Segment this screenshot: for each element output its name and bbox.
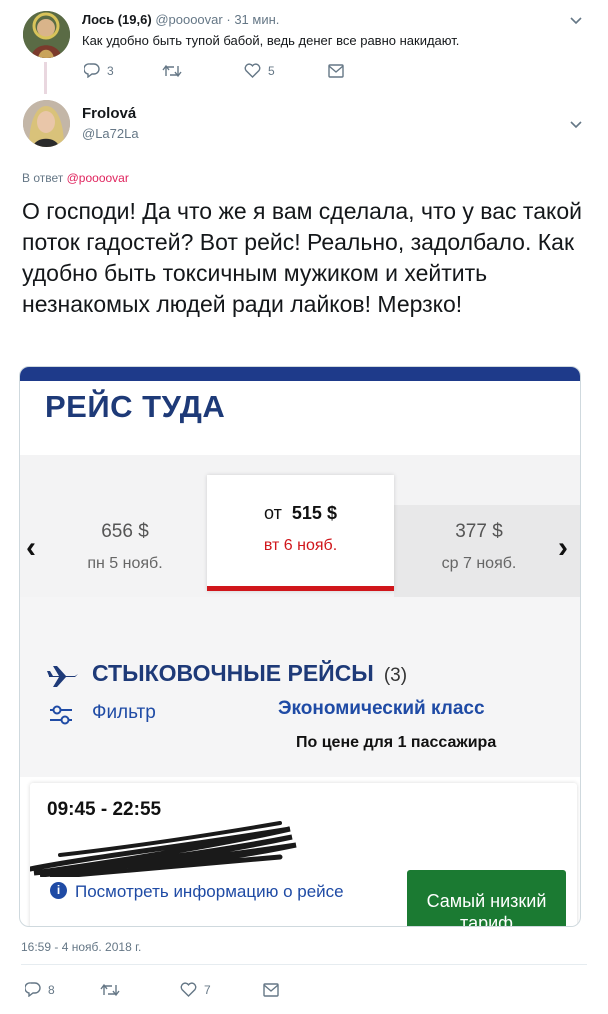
tweet-timestamp[interactable]: 16:59 - 4 нояб. 2018 г. (21, 940, 141, 954)
lowest-fare-button: Самый низкий тариф (407, 870, 566, 926)
divider (21, 964, 587, 965)
cabin-class-label: Экономический класс (278, 698, 485, 719)
retweet-icon (162, 64, 182, 77)
media-header: РЕЙС ТУДА (20, 367, 580, 455)
author-handle[interactable]: @La72La (82, 126, 139, 141)
tweet-actions: 8 7 (25, 982, 279, 997)
plane-icon (47, 666, 78, 687)
reply-count: 3 (107, 63, 114, 78)
like-count: 7 (204, 982, 211, 997)
thread-connector (44, 62, 47, 94)
flight-result-card: 09:45 - 22:55 i Посмотреть информацию о р… (30, 783, 577, 926)
price-note: По цене для 1 пассажира (296, 734, 497, 751)
selected-day-price-row: от 515 $ (207, 503, 394, 524)
like-button[interactable]: 7 (180, 982, 263, 997)
reply-context: В ответ @poooovar (22, 171, 129, 185)
connecting-flights-section: СТЫКОВОЧНЫЕ РЕЙСЫ (3) Фильтр Экономически… (20, 597, 580, 777)
flight-info-row: i Посмотреть информацию о рейсе (50, 875, 370, 909)
like-button[interactable]: 5 (244, 63, 328, 78)
next-arrow-icon: › (558, 531, 568, 564)
dm-icon (328, 63, 344, 78)
selected-day-price: 515 $ (291, 503, 337, 523)
reply-icon (84, 63, 100, 78)
chevron-down-icon[interactable] (569, 117, 583, 131)
parent-tweet[interactable]: Лось (19,6) @poooovar · 31 мин. Как удоб… (0, 0, 608, 96)
like-icon (244, 63, 261, 78)
section-title: СТЫКОВОЧНЫЕ РЕЙСЫ (3) (92, 660, 407, 687)
reply-count: 8 (48, 982, 55, 997)
author-handle[interactable]: @poooovar (155, 12, 222, 27)
reply-icon (25, 982, 41, 997)
tweet-actions: 3 5 (84, 63, 344, 78)
separator-dot: · (226, 12, 231, 27)
selected-day-date: вт 6 нояб. (263, 537, 338, 554)
section-count: (3) (383, 665, 408, 686)
tweet-text: Как удобно быть тупой бабой, ведь денег … (82, 33, 460, 48)
selected-day-card: от 515 $ вт 6 нояб. (207, 475, 394, 591)
reply-prefix: В ответ (22, 171, 64, 185)
from-label: от (264, 503, 282, 523)
next-day-date: ср 7 нояб. (441, 555, 517, 572)
prev-day-date: пн 5 нояб. (87, 555, 163, 572)
next-day-price: 377 $ (455, 521, 503, 542)
tweet-media-image[interactable]: РЕЙС ТУДА ‹ 656 $ пн 5 нояб. от 515 $ вт … (19, 366, 581, 927)
chevron-down-icon[interactable] (569, 13, 583, 27)
tweet-time[interactable]: 31 мин. (234, 12, 279, 27)
avatar[interactable] (23, 100, 70, 147)
filter-icon (50, 705, 72, 725)
filter-label: Фильтр (92, 702, 156, 723)
top-color-bar (20, 367, 580, 381)
avatar[interactable] (23, 11, 70, 58)
like-count: 5 (268, 63, 275, 78)
flight-title: РЕЙС ТУДА (45, 389, 226, 424)
prev-day-cell: 656 $ пн 5 нояб. (50, 521, 200, 573)
author-name[interactable]: Frolová (82, 105, 136, 122)
info-icon: i (50, 882, 67, 900)
tweet-text: О господи! Да что же я вам сделала, что … (22, 198, 582, 317)
prev-arrow-icon: ‹ (26, 531, 36, 564)
selected-underline (207, 586, 394, 591)
section-title-text: СТЫКОВОЧНЫЕ РЕЙСЫ (92, 660, 374, 686)
retweet-button[interactable] (100, 983, 180, 997)
retweet-button[interactable] (162, 64, 244, 78)
dm-button[interactable] (328, 63, 344, 78)
dm-button[interactable] (263, 982, 279, 997)
prev-day-price: 656 $ (101, 521, 149, 542)
reply-button[interactable]: 3 (84, 63, 162, 78)
author-name[interactable]: Лось (19,6) (82, 12, 152, 27)
reply-mention-link[interactable]: @poooovar (67, 171, 129, 185)
next-day-cell: 377 $ ср 7 нояб. (404, 521, 554, 573)
tweet-header: Лось (19,6) @poooovar · 31 мин. (82, 12, 279, 27)
dm-icon (263, 982, 279, 997)
reply-button[interactable]: 8 (25, 982, 100, 997)
flight-info-link: Посмотреть информацию о рейсе (75, 882, 344, 901)
retweet-icon (100, 983, 120, 996)
redaction-scribble (30, 821, 297, 877)
like-icon (180, 982, 197, 997)
